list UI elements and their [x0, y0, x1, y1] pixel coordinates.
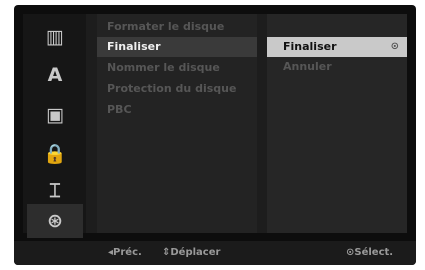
- finalize-options: Finaliser ⊙ Annuler: [267, 14, 407, 233]
- option-cancel-label: Annuler: [283, 60, 332, 73]
- select-hint: ⊙Sélect.: [346, 247, 394, 258]
- disc-library-icon[interactable]: ▥: [37, 24, 73, 50]
- setup-panel: ▥ A ▣ 🔒 ⌶ ⊛ Formater le disque Finaliser…: [23, 14, 407, 238]
- disc-settings-icon[interactable]: ⊛: [27, 204, 83, 238]
- language-icon[interactable]: A: [37, 62, 73, 88]
- parental-lock-icon[interactable]: 🔒: [37, 140, 73, 166]
- audio-speaker-icon[interactable]: ▣: [37, 102, 73, 128]
- menu-item-disc-protect[interactable]: Protection du disque: [97, 79, 257, 99]
- category-icon-column: ▥ A ▣ 🔒 ⌶ ⊛: [23, 14, 86, 238]
- menu-item-pbc[interactable]: PBC: [97, 100, 257, 120]
- osd-screen: ▥ A ▣ 🔒 ⌶ ⊛ Formater le disque Finaliser…: [14, 5, 416, 265]
- option-finalize[interactable]: Finaliser ⊙: [267, 37, 407, 57]
- select-indicator-icon: ⊙: [390, 41, 399, 52]
- film-recording-icon[interactable]: ⌶: [37, 178, 73, 204]
- previous-hint: ◂Préc.: [108, 247, 142, 258]
- menu-item-format-disc[interactable]: Formater le disque: [97, 17, 257, 37]
- option-finalize-label: Finaliser: [283, 40, 337, 53]
- disc-menu: Formater le disque Finaliser Nommer le d…: [97, 14, 257, 233]
- option-cancel[interactable]: Annuler: [267, 57, 407, 77]
- menu-item-finalize[interactable]: Finaliser: [97, 37, 257, 57]
- menu-item-disc-name[interactable]: Nommer le disque: [97, 58, 257, 78]
- key-guide-bar: ◂Préc. ⇕Déplacer ⊙Sélect.: [14, 241, 416, 265]
- move-hint: ⇕Déplacer: [162, 247, 221, 258]
